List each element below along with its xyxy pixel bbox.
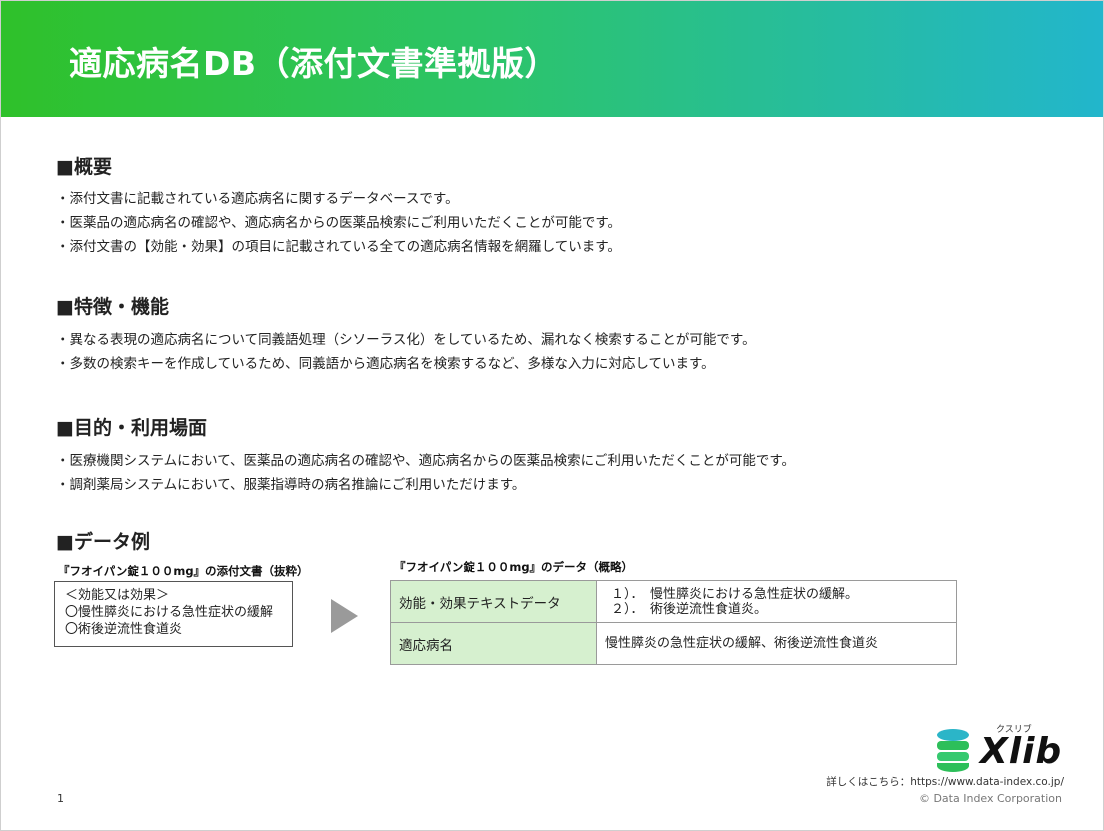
section-heading-features: ■特徴・機能 — [56, 296, 169, 318]
source-line: 〇慢性膵炎における急性症状の緩解 — [65, 605, 274, 620]
data-example-table: 効能・効果テキストデータ １）． 慢性膵炎における急性症状の緩解。 ２）． 術後… — [390, 580, 957, 665]
logo-text: Xlib — [980, 731, 1063, 772]
source-excerpt-box: ＜効能又は効果＞ 〇慢性膵炎における急性症状の緩解 〇術後逆流性食道炎 — [54, 581, 293, 647]
more-info-link[interactable]: 詳しくはこちら：https://www.data-index.co.jp/ — [826, 774, 1064, 789]
section-heading-data-example: ■データ例 — [56, 531, 150, 553]
source-line: ＜効能又は効果＞ — [65, 588, 170, 603]
xlib-logo: Xlib クスリブ — [936, 725, 1064, 773]
overview-line: ・添付文書の【効能・効果】の項目に記載されている全ての適応病名情報を網羅していま… — [56, 239, 621, 255]
overview-line: ・添付文書に記載されている適応病名に関するデータベースです。 — [56, 191, 459, 207]
table-key-cell: 適応病名 — [390, 622, 597, 665]
page-number: 1 — [57, 792, 64, 805]
purpose-line: ・調剤薬局システムにおいて、服薬指導時の病名推論にご利用いただけます。 — [56, 477, 526, 493]
source-caption: 『フオイパン錠１００mg』の添付文書（抜粋） — [58, 564, 309, 578]
title-banner: 適応病名DB（添付文書準拠版） — [1, 1, 1103, 117]
table-value-cell: １）． 慢性膵炎における急性症状の緩解。 ２）． 術後逆流性食道炎。 — [596, 580, 957, 623]
logo-ruby: クスリブ — [996, 725, 1032, 735]
copyright: © Data Index Corporation — [918, 792, 1062, 805]
source-line: 〇術後逆流性食道炎 — [65, 622, 183, 637]
purpose-line: ・医療機関システムにおいて、医薬品の適応病名の確認や、適応病名からの医薬品検索に… — [56, 453, 795, 469]
table-key-cell: 効能・効果テキストデータ — [390, 580, 597, 623]
features-line: ・異なる表現の適応病名について同義語処理（シソーラス化）をしているため、漏れなく… — [56, 332, 756, 348]
table-row: 適応病名 慢性膵炎の急性症状の緩解、術後逆流性食道炎 — [390, 622, 957, 665]
overview-line: ・医薬品の適応病名の確認や、適応病名からの医薬品検索にご利用いただくことが可能で… — [56, 215, 621, 231]
data-caption: 『フオイパン錠１００mg』のデータ（概略） — [394, 560, 634, 574]
table-value-line: １）． 慢性膵炎における急性症状の緩解。 — [611, 586, 859, 602]
page-title: 適応病名DB（添付文書準拠版） — [69, 44, 559, 83]
features-line: ・多数の検索キーを作成しているため、同義語から適応病名を検索するなど、多様な入力… — [56, 356, 715, 372]
section-heading-purpose: ■目的・利用場面 — [56, 417, 207, 439]
table-row: 効能・効果テキストデータ １）． 慢性膵炎における急性症状の緩解。 ２）． 術後… — [390, 580, 957, 623]
right-arrow-icon — [331, 599, 358, 633]
table-value-cell: 慢性膵炎の急性症状の緩解、術後逆流性食道炎 — [596, 622, 957, 665]
table-value-line: ２）． 術後逆流性食道炎。 — [611, 601, 768, 617]
section-heading-overview: ■概要 — [56, 156, 112, 178]
